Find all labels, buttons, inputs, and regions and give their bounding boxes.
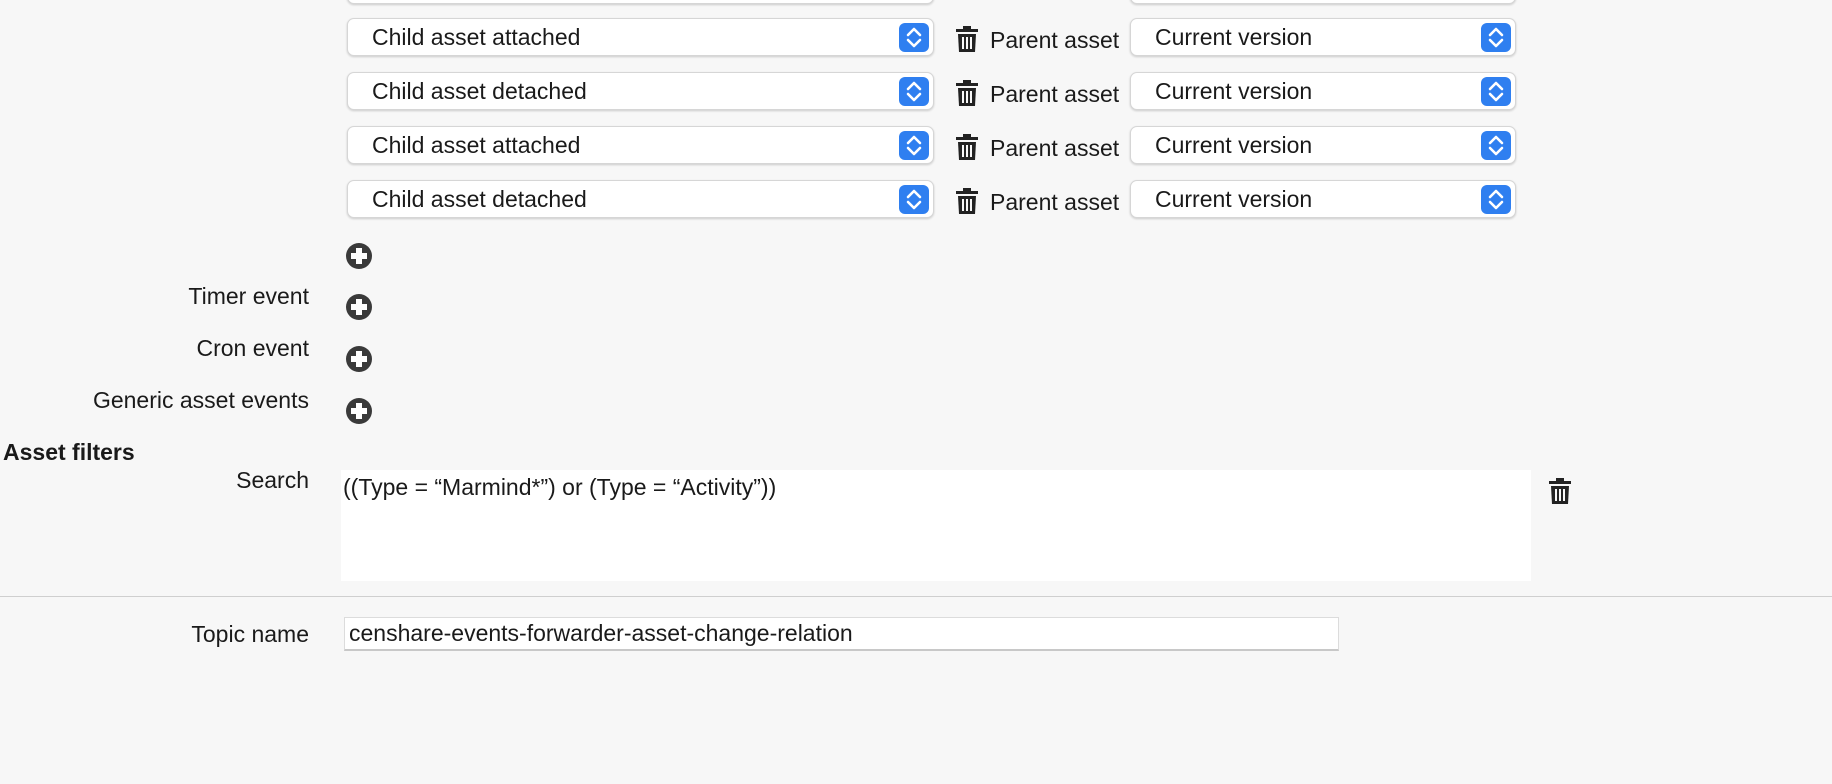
up-down-chevron-icon xyxy=(899,23,929,52)
asset-filters-heading: Asset filters xyxy=(3,439,135,465)
up-down-chevron-icon xyxy=(899,131,929,160)
event-type-value: Child asset detached xyxy=(372,78,587,104)
search-query-field[interactable]: ((Type = “Marmind*”) or (Type = “Activit… xyxy=(341,470,1531,581)
event-type-select[interactable]: Child asset attached xyxy=(347,18,934,56)
relation-label: Parent asset xyxy=(990,135,1120,161)
trash-icon[interactable] xyxy=(956,26,978,52)
version-select[interactable]: Current version xyxy=(1130,180,1516,218)
up-down-chevron-icon xyxy=(1481,131,1511,160)
up-down-chevron-icon xyxy=(1481,77,1511,106)
event-select-partial[interactable] xyxy=(347,0,934,4)
up-down-chevron-icon xyxy=(899,185,929,214)
add-timer-event-plus-icon[interactable] xyxy=(345,293,373,321)
up-down-chevron-icon xyxy=(1481,185,1511,214)
event-type-value: Child asset attached xyxy=(372,24,581,50)
up-down-chevron-icon xyxy=(899,77,929,106)
up-down-chevron-icon xyxy=(1481,23,1511,52)
event-type-value: Child asset attached xyxy=(372,132,581,158)
timer-event-label: Timer event xyxy=(188,283,309,309)
version-select[interactable]: Current version xyxy=(1130,72,1516,110)
version-select[interactable]: Current version xyxy=(1130,18,1516,56)
trash-icon[interactable] xyxy=(956,134,978,160)
relation-label: Parent asset xyxy=(990,81,1120,107)
version-value: Current version xyxy=(1155,186,1313,212)
version-value: Current version xyxy=(1155,24,1313,50)
event-type-value: Child asset detached xyxy=(372,186,587,212)
version-value: Current version xyxy=(1155,132,1313,158)
cron-event-label: Cron event xyxy=(196,335,309,361)
add-generic-asset-event-plus-icon[interactable] xyxy=(345,397,373,425)
add-relation-event-plus-icon[interactable] xyxy=(345,242,373,270)
event-type-select[interactable]: Child asset detached xyxy=(347,180,934,218)
version-select-partial[interactable] xyxy=(1130,0,1516,4)
topic-name-label: Topic name xyxy=(191,621,309,647)
topic-name-value: censhare-events-forwarder-asset-change-r… xyxy=(349,620,853,646)
search-query-text: ((Type = “Marmind*”) or (Type = “Activit… xyxy=(343,474,777,500)
event-type-select[interactable]: Child asset attached xyxy=(347,126,934,164)
event-type-select[interactable]: Child asset detached xyxy=(347,72,934,110)
search-label: Search xyxy=(236,467,309,493)
add-cron-event-plus-icon[interactable] xyxy=(345,345,373,373)
topic-name-field[interactable]: censhare-events-forwarder-asset-change-r… xyxy=(344,617,1339,651)
relation-label: Parent asset xyxy=(990,189,1120,215)
generic-asset-events-label: Generic asset events xyxy=(92,387,309,413)
version-select[interactable]: Current version xyxy=(1130,126,1516,164)
trash-icon[interactable] xyxy=(956,80,978,106)
trash-icon[interactable] xyxy=(956,188,978,214)
relation-label: Parent asset xyxy=(990,27,1120,53)
section-divider xyxy=(0,596,1832,597)
trash-icon[interactable] xyxy=(1549,478,1571,504)
version-value: Current version xyxy=(1155,78,1313,104)
